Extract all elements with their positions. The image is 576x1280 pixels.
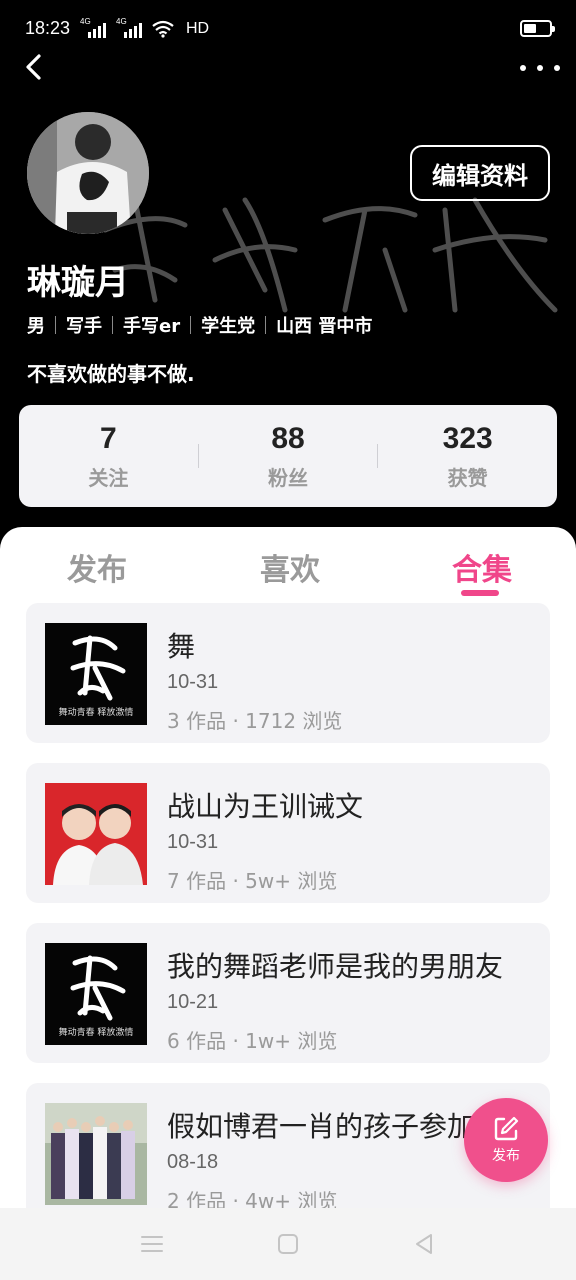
collection-card[interactable]: 舞动青春 释放激情 我的舞蹈老师是我的男朋友 10-21 6 作品 · 1w+ … [26,923,550,1063]
wifi-icon [152,20,174,38]
avatar-photo [27,112,149,234]
collection-title: 舞 [167,630,196,663]
stat-following[interactable]: 7 关注 [19,422,198,491]
collection-thumbnail [45,1103,147,1205]
collection-title: 我的舞蹈老师是我的男朋友 [167,950,504,983]
back-triangle-icon[interactable] [410,1230,438,1258]
stat-value: 323 [442,421,493,455]
profile-tags: 男 写手 手写er 学生党 山西 晋中市 [27,312,372,338]
stat-label: 获赞 [447,465,488,490]
collection-thumbnail: 舞动青春 释放激情 [45,623,147,725]
avatar[interactable] [27,112,149,234]
tab-posts[interactable]: 发布 [67,545,127,589]
svg-text:舞动青春 释放激情: 舞动青春 释放激情 [59,1026,134,1038]
stat-label: 粉丝 [268,465,308,490]
signal-icon: 4G [116,17,142,38]
svg-text:舞动青春 释放激情: 舞动青春 释放激情 [59,706,134,718]
tag-location: 山西 晋中市 [276,316,373,337]
collection-date: 10-21 [167,991,219,1013]
menu-icon[interactable] [138,1230,166,1258]
more-options-icon[interactable] [520,58,560,78]
publish-label: 发布 [492,1148,520,1164]
tag-style: 手写er [123,316,181,337]
home-icon[interactable] [274,1230,302,1258]
tab-bar: 发布 喜欢 合集 [0,527,576,603]
profile-header: 18:23 4G 4G HD 编辑资料 琳璇月 男 写手 手写er 学生党 山西… [0,0,576,560]
collection-card[interactable]: 舞动青春 释放激情 舞 10-31 3 作品 · 1712 浏览 [26,603,550,743]
username: 琳璇月 [27,263,129,303]
stats-panel: 7 关注 88 粉丝 323 获赞 [19,405,557,507]
collection-meta: 3 作品 · 1712 浏览 [167,709,343,733]
system-nav-bar [0,1208,576,1280]
battery-icon [520,20,555,37]
stat-likes[interactable]: 323 获赞 [378,422,557,491]
status-bar: 18:23 4G 4G HD [0,0,576,56]
collection-title: 战山为王训诫文 [167,790,364,823]
bio: 不喜欢做的事不做. [27,362,195,386]
status-time: 18:23 [25,18,71,38]
edit-profile-button[interactable]: 编辑资料 [410,145,550,201]
stat-value: 88 [271,421,305,455]
edit-icon [494,1116,519,1141]
collection-thumbnail [45,783,147,885]
collection-card[interactable]: 战山为王训诫文 10-31 7 作品 · 5w+ 浏览 [26,763,550,903]
collection-date: 08-18 [167,1151,219,1173]
publish-button[interactable]: 发布 [464,1098,548,1182]
tab-likes[interactable]: 喜欢 [260,545,320,589]
tag-gender: 男 [27,316,45,337]
collection-meta: 6 作品 · 1w+ 浏览 [167,1029,338,1053]
back-arrow-icon[interactable] [18,50,52,84]
signal-icon: 4G [80,17,106,38]
tab-collections[interactable]: 合集 [452,545,512,589]
collection-title: 假如博君一肖的孩子参加 [167,1110,476,1143]
signal-indicators: 4G 4G HD [80,17,210,38]
active-tab-indicator [461,590,499,596]
collection-thumbnail: 舞动青春 释放激情 [45,943,147,1045]
tag-identity: 学生党 [201,316,256,337]
collection-date: 10-31 [167,831,219,853]
collection-meta: 7 作品 · 5w+ 浏览 [167,869,338,893]
stat-value: 7 [99,421,117,455]
collection-date: 10-31 [167,671,219,693]
hd-indicator: HD [186,20,210,37]
stat-label: 关注 [88,465,129,490]
tag-role: 写手 [66,316,102,337]
stat-followers[interactable]: 88 粉丝 [199,422,378,491]
